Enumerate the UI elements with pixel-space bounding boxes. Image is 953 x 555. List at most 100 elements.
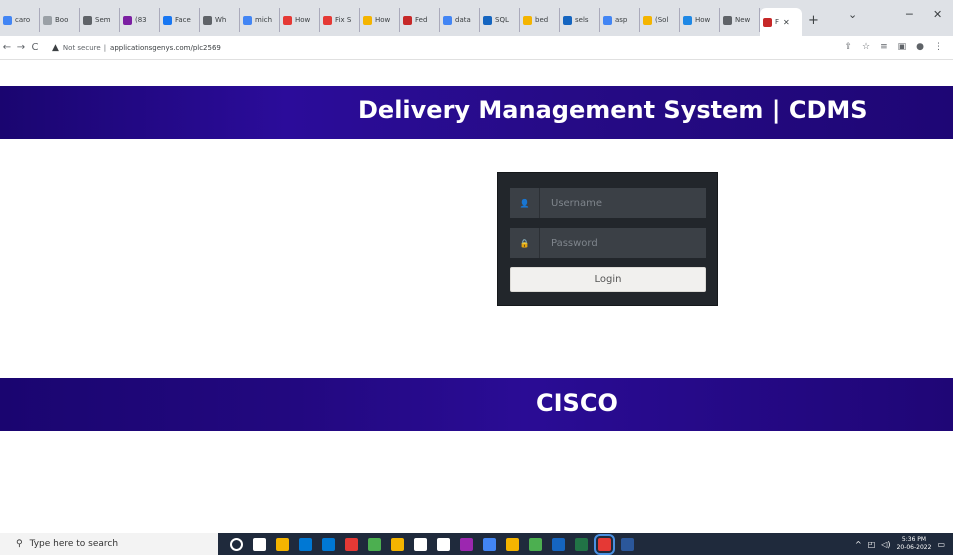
notification-icon[interactable]: ▭: [937, 540, 945, 549]
tab-favicon-icon: [603, 15, 612, 25]
taskbar-app-icon[interactable]: [414, 537, 427, 551]
tab-label: Fed: [415, 16, 428, 24]
tab-favicon-icon: [243, 15, 252, 25]
browser-tab[interactable]: bed: [520, 8, 560, 32]
tab-favicon-icon: [163, 15, 172, 25]
username-input[interactable]: [540, 188, 706, 218]
browser-tab[interactable]: (83: [120, 8, 160, 32]
taskbar-app-icon[interactable]: [506, 537, 519, 551]
tab-label: F: [775, 18, 780, 26]
user-icon: 👤: [510, 188, 540, 218]
reload-button[interactable]: C: [28, 42, 42, 53]
address-bar: ← → C ▲ Not secure | applicationsgenys.c…: [0, 36, 953, 60]
taskbar-app-icon[interactable]: [594, 533, 615, 555]
volume-icon[interactable]: ◁): [881, 540, 890, 549]
taskbar-search-placeholder: Type here to search: [29, 539, 119, 549]
forward-button[interactable]: →: [14, 42, 28, 53]
password-input[interactable]: [540, 228, 706, 258]
tab-label: New: [735, 16, 751, 24]
tab-label: bed: [535, 16, 549, 24]
warning-icon: ▲: [52, 42, 59, 53]
taskbar-app-icon[interactable]: [299, 537, 312, 551]
tab-label: (Sol: [655, 16, 669, 24]
system-tray: ^ ◰ ◁) 5:36 PM 20-06-2022 ▭: [855, 533, 945, 555]
tab-label: How: [375, 16, 391, 24]
browser-tab[interactable]: Fed: [400, 8, 440, 32]
tab-label: mich: [255, 16, 273, 24]
username-field: 👤: [510, 188, 706, 218]
clock[interactable]: 5:36 PM 20-06-2022: [897, 536, 932, 552]
footer-banner: [0, 378, 953, 431]
browser-tab[interactable]: Fix S: [320, 8, 360, 32]
taskbar-app-icon[interactable]: [621, 537, 634, 551]
tab-label: Sem: [95, 16, 111, 24]
browser-tab[interactable]: New: [720, 8, 760, 32]
url-text[interactable]: applicationsgenys.com/plc2569: [110, 44, 221, 52]
tab-label: SQL: [495, 16, 509, 24]
bookmark-star-icon[interactable]: ☆: [862, 42, 870, 52]
browser-tab[interactable]: How: [280, 8, 320, 32]
tab-search-chevron[interactable]: ⌄: [848, 8, 857, 21]
tab-favicon-icon: [763, 17, 772, 27]
taskbar-app-icon[interactable]: [552, 537, 565, 551]
taskbar-app-icon[interactable]: [529, 537, 542, 551]
taskbar-search-box[interactable]: ⚲ Type here to search: [0, 533, 218, 555]
close-window-button[interactable]: ✕: [933, 8, 942, 21]
browser-tab[interactable]: Wh: [200, 8, 240, 32]
browser-tab[interactable]: mich: [240, 8, 280, 32]
menu-kebab-icon[interactable]: ⋮: [934, 42, 943, 52]
taskbar-app-icon[interactable]: [460, 537, 473, 551]
tab-favicon-icon: [123, 15, 132, 25]
reading-list-icon[interactable]: ≡: [880, 42, 888, 52]
tab-favicon-icon: [403, 15, 412, 25]
browser-tab[interactable]: Face: [160, 8, 200, 32]
clock-date: 20-06-2022: [896, 544, 932, 551]
tab-favicon-icon: [283, 15, 292, 25]
share-icon[interactable]: ⇪: [844, 42, 852, 52]
profile-icon[interactable]: ●: [916, 42, 924, 52]
tab-label: (83: [135, 16, 147, 24]
tray-chevron-icon[interactable]: ^: [855, 540, 862, 549]
taskbar-app-icon[interactable]: [575, 537, 588, 551]
tab-label: Wh: [215, 16, 227, 24]
sidebar-icon[interactable]: ▣: [898, 42, 907, 52]
omnibox[interactable]: ▲ Not secure | applicationsgenys.com/plc…: [52, 39, 221, 57]
browser-tab[interactable]: caro: [0, 8, 40, 32]
close-tab-icon[interactable]: ✕: [783, 18, 790, 27]
password-field: 🔒: [510, 228, 706, 258]
taskbar-app-icon[interactable]: [253, 537, 266, 551]
taskbar-app-icon[interactable]: [391, 537, 404, 551]
browser-tab[interactable]: asp: [600, 8, 640, 32]
browser-tab[interactable]: How: [680, 8, 720, 32]
taskbar-app-icon[interactable]: [322, 537, 335, 551]
browser-tab[interactable]: SQL: [480, 8, 520, 32]
tab-favicon-icon: [563, 15, 572, 25]
new-tab-button[interactable]: +: [808, 13, 819, 28]
browser-tab[interactable]: sels: [560, 8, 600, 32]
network-icon[interactable]: ◰: [868, 540, 876, 549]
tab-label: sels: [575, 16, 589, 24]
taskbar-app-icon[interactable]: [483, 537, 496, 551]
tab-favicon-icon: [83, 15, 92, 25]
browser-tab[interactable]: Sem: [80, 8, 120, 32]
browser-tab-active[interactable]: F ✕: [760, 8, 802, 36]
browser-tab-strip: caro Boo Sem (83 Face Wh mich How Fix S How Fed dat…: [0, 0, 953, 36]
minimize-button[interactable]: ─: [906, 8, 913, 21]
browser-tab[interactable]: How: [360, 8, 400, 32]
taskbar-app-icon[interactable]: [368, 537, 381, 551]
back-button[interactable]: ←: [0, 42, 14, 53]
taskbar-app-icon[interactable]: [276, 537, 289, 551]
browser-tab[interactable]: data: [440, 8, 480, 32]
tab-favicon-icon: [683, 15, 692, 25]
taskbar-app-icon[interactable]: [230, 537, 243, 551]
tab-label: Face: [175, 16, 191, 24]
taskbar-app-icon[interactable]: [437, 537, 450, 551]
lock-icon: 🔒: [510, 228, 540, 258]
tab-favicon-icon: [203, 15, 212, 25]
security-status[interactable]: Not secure: [63, 44, 101, 52]
taskbar-app-icon[interactable]: [345, 537, 358, 551]
login-button[interactable]: Login: [510, 267, 706, 292]
page-title: Delivery Management System | CDMS: [358, 96, 868, 124]
browser-tab[interactable]: (Sol: [640, 8, 680, 32]
browser-tab[interactable]: Boo: [40, 8, 80, 32]
